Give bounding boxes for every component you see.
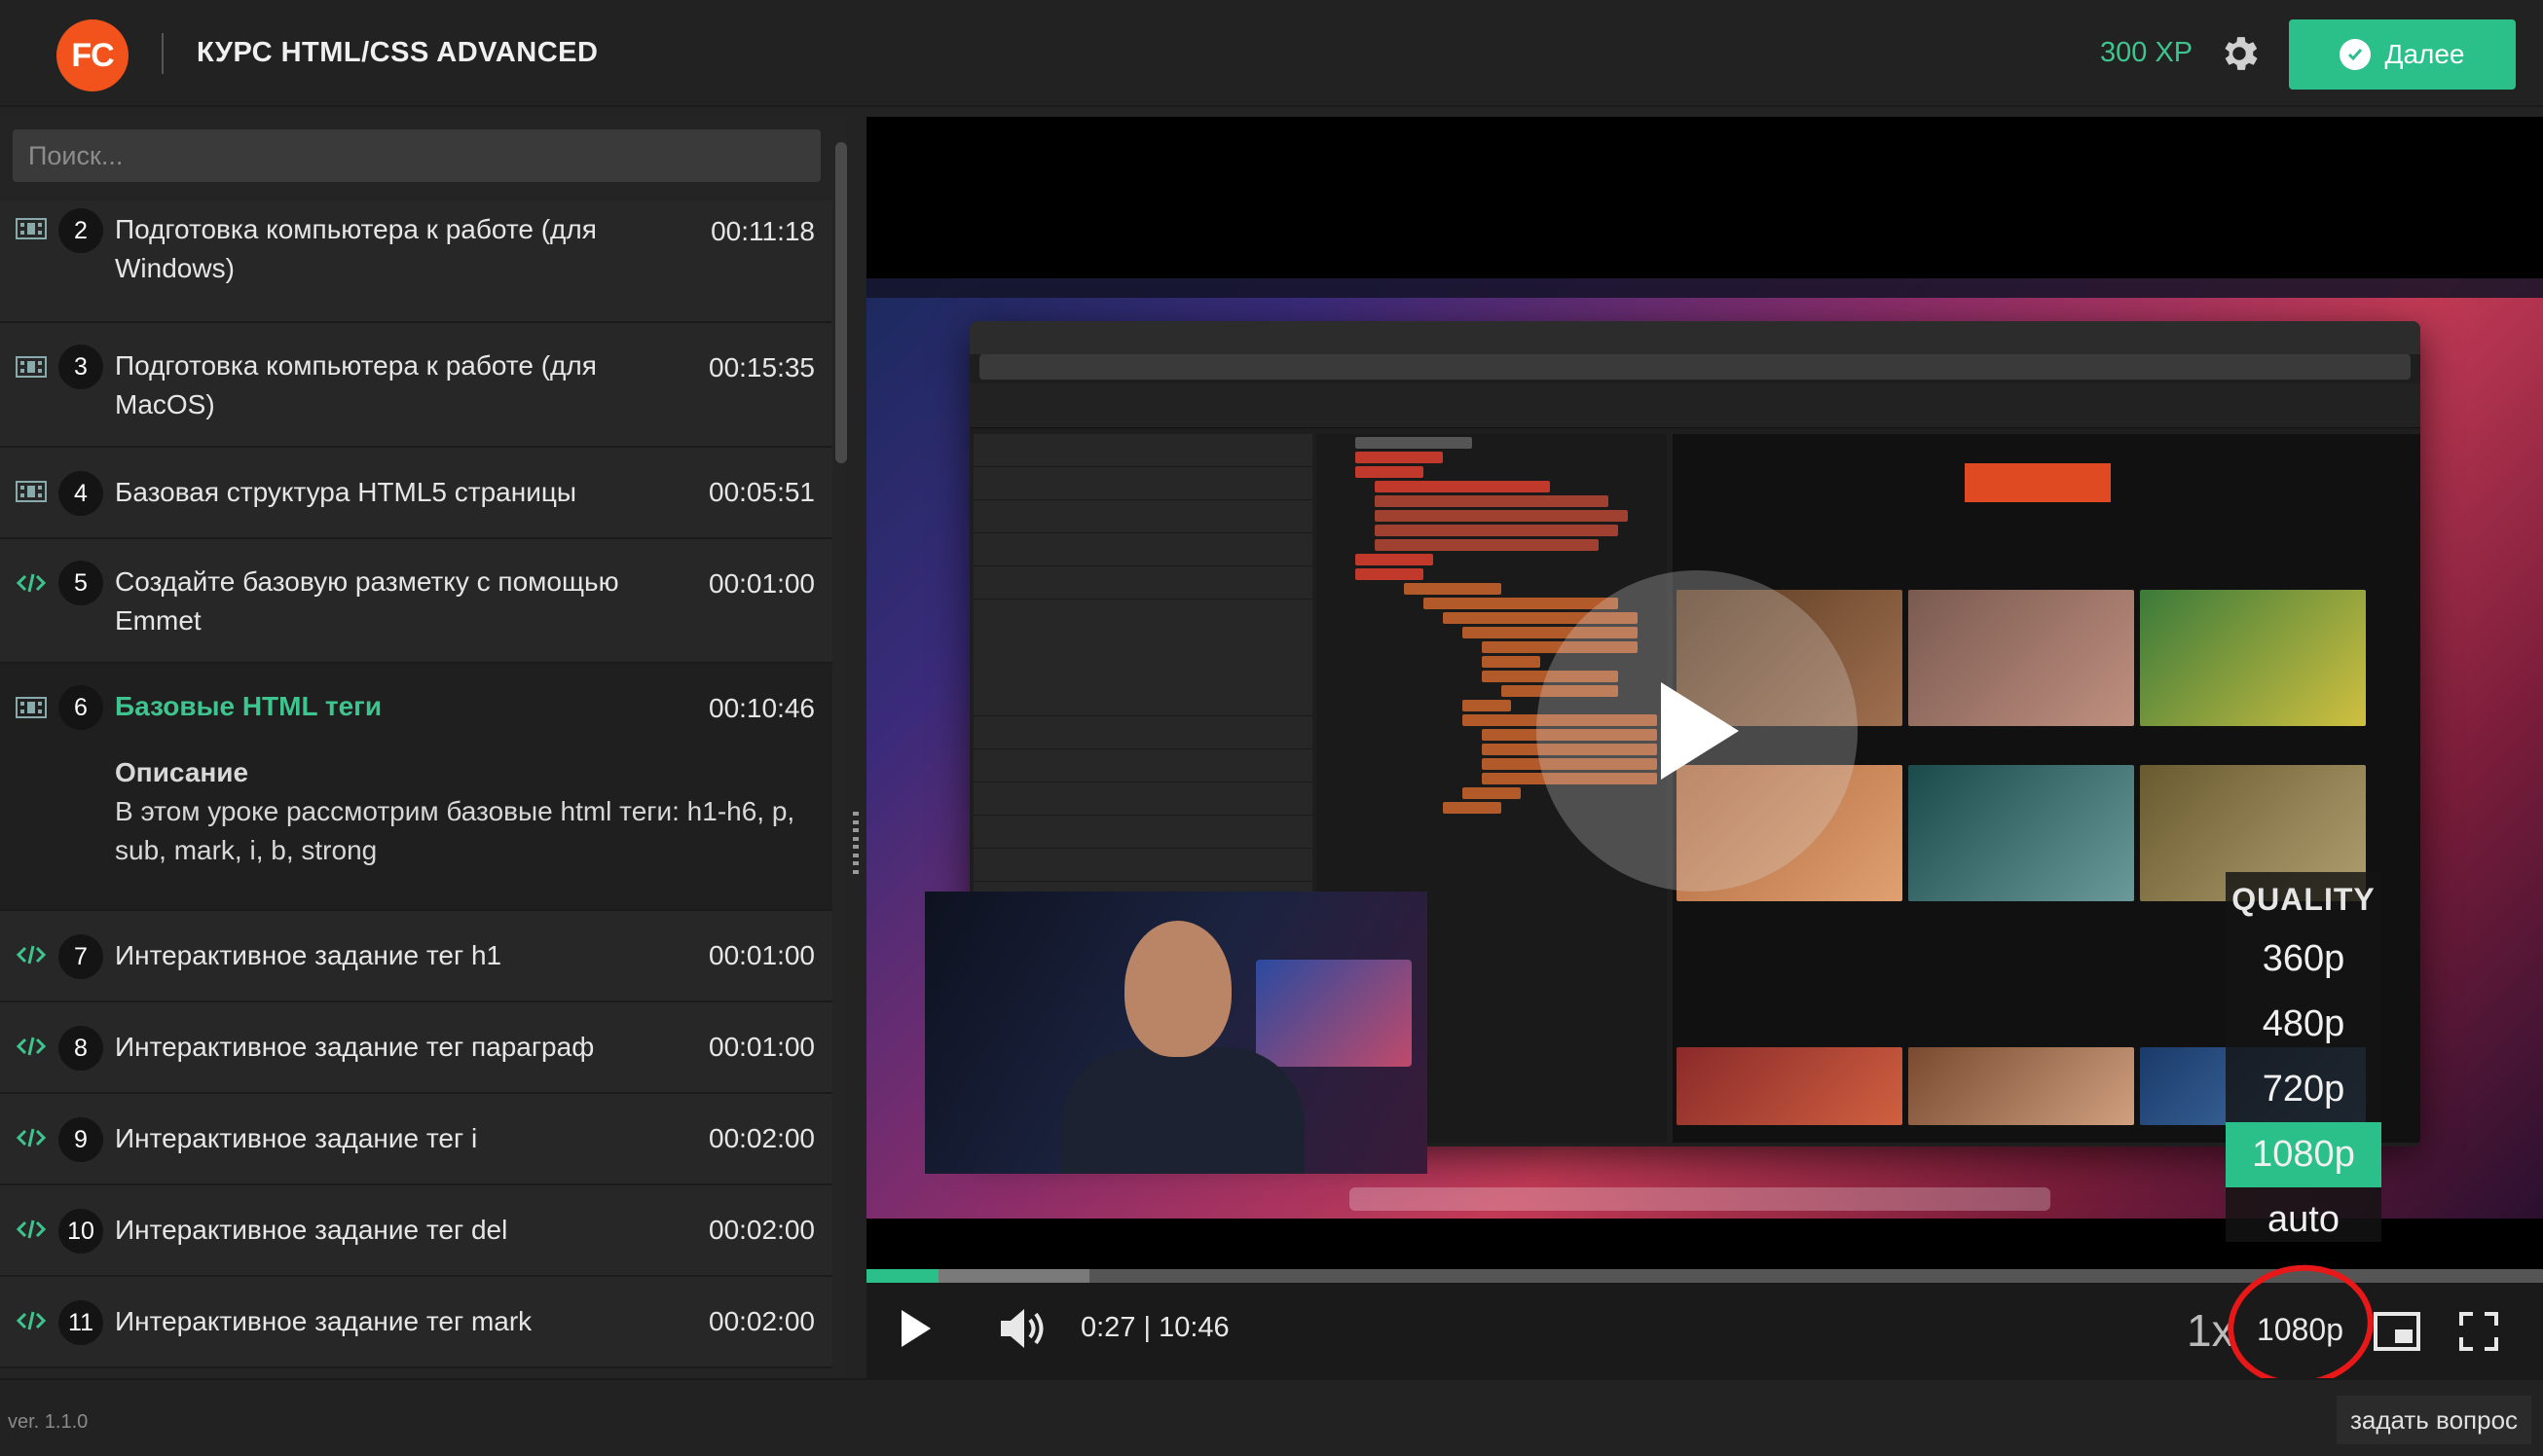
lesson-item[interactable]: 3 Подготовка компьютера к работе (для Ma… xyxy=(0,323,832,448)
lesson-list: 2 Подготовка компьютера к работе (для Wi… xyxy=(0,200,832,1368)
lesson-title: Подготовка компьютера к работе (для Wind… xyxy=(115,214,597,283)
pip-icon[interactable] xyxy=(2374,1312,2420,1351)
code-icon xyxy=(16,1219,47,1239)
film-icon xyxy=(16,218,47,239)
lesson-duration: 00:05:51 xyxy=(709,477,815,507)
code-icon xyxy=(16,573,47,593)
lesson-item-active[interactable]: 6 Базовые HTML теги 00:10:46 Описание В … xyxy=(0,664,832,911)
play-icon xyxy=(1661,682,1739,780)
lesson-title: Базовая структура HTML5 страницы xyxy=(115,477,577,507)
lesson-number: 3 xyxy=(58,345,103,389)
instructor-webcam xyxy=(925,892,1427,1174)
quality-option-auto[interactable]: auto xyxy=(2226,1187,2381,1253)
lesson-duration: 00:15:35 xyxy=(709,352,815,382)
code-icon xyxy=(16,945,47,965)
lesson-number: 8 xyxy=(58,1026,103,1071)
quality-menu: QUALITY 360p 480p 720p 1080p auto xyxy=(2226,872,2381,1242)
lesson-duration: 00:11:18 xyxy=(711,216,815,246)
code-icon xyxy=(16,1037,47,1056)
lesson-item[interactable]: 4 Базовая структура HTML5 страницы 00:05… xyxy=(0,448,832,539)
top-bar: FC КУРС HTML/CSS ADVANCED 300 XP Далее xyxy=(0,0,2543,107)
film-icon xyxy=(16,481,47,502)
next-button-label: Далее xyxy=(2384,39,2465,69)
lesson-title: Создайте базовую разметку с помощью Emme… xyxy=(115,566,619,636)
quality-menu-heading: QUALITY xyxy=(2231,882,2376,917)
bottom-bar: ver. 1.1.0 задать вопрос xyxy=(0,1378,2543,1456)
play-icon[interactable] xyxy=(902,1310,931,1347)
lesson-item[interactable]: 7 Интерактивное задание тег h1 00:01:00 xyxy=(0,911,832,1002)
lesson-item[interactable]: 8 Интерактивное задание тег параграф 00:… xyxy=(0,1002,832,1094)
lesson-number: 6 xyxy=(58,685,103,730)
lesson-number: 9 xyxy=(58,1117,103,1162)
sidebar-scrollbar[interactable] xyxy=(835,142,847,463)
ask-question-button[interactable]: задать вопрос xyxy=(2337,1396,2531,1444)
lesson-title: Интерактивное задание тег параграф xyxy=(115,1032,595,1062)
lesson-duration: 00:02:00 xyxy=(709,1306,815,1336)
lesson-title: Базовые HTML теги xyxy=(115,691,383,721)
lesson-item[interactable]: 10 Интерактивное задание тег del 00:02:0… xyxy=(0,1185,832,1277)
search-input[interactable] xyxy=(13,129,821,182)
code-icon xyxy=(16,1128,47,1147)
course-title: КУРС HTML/CSS ADVANCED xyxy=(197,37,599,68)
resize-handle[interactable] xyxy=(853,812,863,874)
lesson-title: Интерактивное задание тег del xyxy=(115,1215,508,1245)
lesson-item[interactable]: 9 Интерактивное задание тег i 00:02:00 xyxy=(0,1094,832,1185)
lesson-duration: 00:02:00 xyxy=(709,1215,815,1245)
quality-option-720p[interactable]: 720p xyxy=(2226,1057,2381,1122)
video-player[interactable]: QUALITY 360p 480p 720p 1080p auto 0:27 |… xyxy=(866,117,2543,1396)
code-icon xyxy=(16,1311,47,1330)
lesson-number: 4 xyxy=(58,471,103,516)
lesson-title: Интерактивное задание тег i xyxy=(115,1123,478,1153)
xp-counter: 300 XP xyxy=(2100,37,2193,68)
lesson-title: Интерактивное задание тег mark xyxy=(115,1306,533,1336)
lesson-duration: 00:01:00 xyxy=(709,1032,815,1062)
volume-icon[interactable] xyxy=(997,1304,1048,1353)
version-label: ver. 1.1.0 xyxy=(8,1411,89,1433)
lesson-number: 5 xyxy=(58,561,103,605)
lesson-item[interactable]: 2 Подготовка компьютера к работе (для Wi… xyxy=(0,200,832,323)
check-icon xyxy=(2340,39,2372,70)
description-heading: Описание xyxy=(115,757,249,787)
lesson-title: Подготовка компьютера к работе (для MacO… xyxy=(115,350,597,419)
header-divider xyxy=(162,33,164,74)
next-button[interactable]: Далее xyxy=(2289,19,2516,90)
lesson-duration: 00:01:00 xyxy=(709,568,815,599)
lesson-number: 10 xyxy=(58,1209,103,1254)
gear-icon[interactable] xyxy=(2217,31,2262,76)
description-text: В этом уроке рассмотрим базовые html тег… xyxy=(115,796,795,865)
video-content-dock xyxy=(1349,1187,2050,1211)
lesson-duration: 00:01:00 xyxy=(709,940,815,970)
lesson-item[interactable]: 5 Создайте базовую разметку с помощью Em… xyxy=(0,539,832,664)
film-icon xyxy=(16,356,47,378)
lesson-number: 2 xyxy=(58,208,103,253)
film-icon xyxy=(16,697,47,718)
time-display: 0:27 | 10:46 xyxy=(1081,1312,1230,1343)
lesson-sidebar: 2 Подготовка компьютера к работе (для Wi… xyxy=(0,117,847,1378)
quality-option-1080p[interactable]: 1080p xyxy=(2226,1122,2381,1187)
lesson-number: 11 xyxy=(58,1300,103,1345)
lesson-duration: 00:10:46 xyxy=(709,693,815,723)
lesson-duration: 00:02:00 xyxy=(709,1123,815,1153)
quality-option-480p[interactable]: 480p xyxy=(2226,992,2381,1057)
fc-logo[interactable]: FC xyxy=(56,19,129,91)
lesson-number: 7 xyxy=(58,934,103,979)
big-play-button[interactable] xyxy=(1536,570,1858,892)
lesson-title: Интерактивное задание тег h1 xyxy=(115,940,502,970)
video-content-menubar xyxy=(866,278,2543,298)
quality-option-360p[interactable]: 360p xyxy=(2226,927,2381,992)
fullscreen-icon[interactable] xyxy=(2459,1312,2498,1351)
progress-played xyxy=(866,1269,940,1283)
lesson-item[interactable]: 11 Интерактивное задание тег mark 00:02:… xyxy=(0,1277,832,1368)
